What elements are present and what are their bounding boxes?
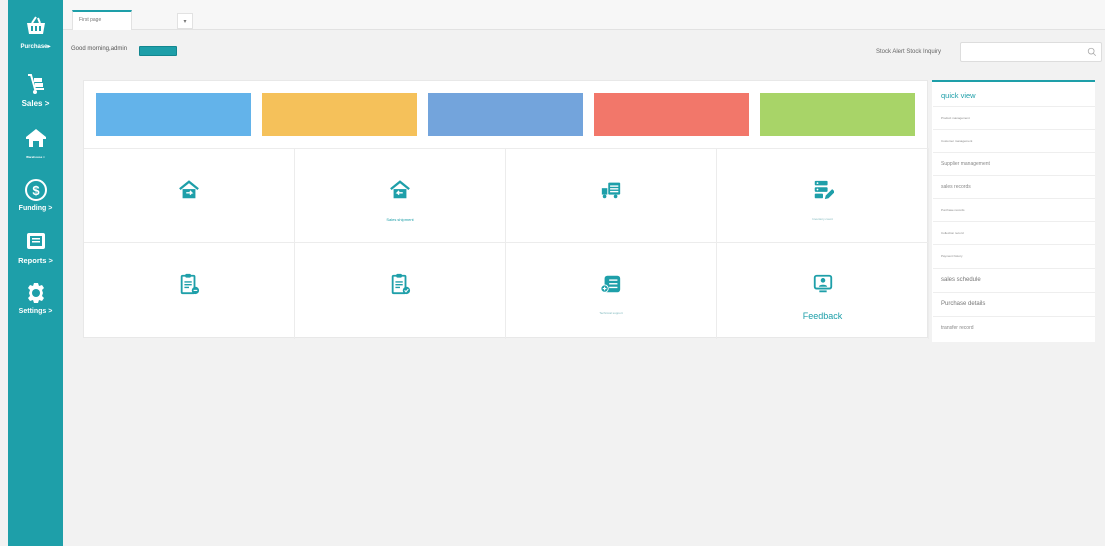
sidebar-item-funding[interactable]: $ Funding > <box>8 178 63 212</box>
tab-dropdown-button[interactable]: ▾ <box>177 13 193 29</box>
sidebar-item-label: Purchase▸ <box>20 44 51 50</box>
monitor-user-icon <box>813 274 832 293</box>
tile-clipboard-check[interactable] <box>295 242 506 339</box>
gear-icon <box>27 283 44 303</box>
dollar-circle-icon: $ <box>24 179 47 201</box>
shopping-basket-icon <box>26 16 45 34</box>
sidebar: Purchase▸ Sales > Warehouse > $ Funding … <box>8 0 63 546</box>
banner-card[interactable] <box>594 93 749 136</box>
drive-add-icon <box>600 275 621 293</box>
sidebar-item-label: Sales > <box>21 99 50 108</box>
sidebar-item-sales[interactable]: Sales > <box>8 72 63 108</box>
tile-label: Inventory count <box>812 217 833 221</box>
quick-view-item[interactable]: Payment history <box>933 244 1095 266</box>
tile-label: Feedback <box>802 311 843 321</box>
stock-search-box <box>960 42 1102 64</box>
tile-sales-shipment[interactable]: Sales shipment <box>295 148 506 242</box>
hand-truck-icon <box>27 74 44 94</box>
quick-view-panel: quick view Product management Customer m… <box>932 80 1095 342</box>
report-icon <box>26 233 45 249</box>
quick-view-title: quick view <box>941 91 976 100</box>
dashboard-panel: Sales shipment Inventory count Technical… <box>83 80 929 339</box>
quick-view-item[interactable]: Purchase details <box>933 292 1095 314</box>
tile-feedback[interactable]: Feedback <box>717 242 929 339</box>
banner-card[interactable] <box>760 93 915 136</box>
sidebar-item-label: Settings > <box>18 308 53 315</box>
quick-view-item[interactable]: Purchase records <box>933 198 1095 220</box>
tile-clipboard-return[interactable] <box>84 242 295 339</box>
quick-view-item[interactable]: Supplier management <box>933 152 1095 174</box>
sidebar-item-label: Warehouse > <box>26 155 45 159</box>
greeting-text: Good morning,admin <box>71 46 128 52</box>
tile-label: Technical support <box>599 311 623 315</box>
tile-label: Sales shipment <box>386 217 414 222</box>
clipboard-arrow-icon <box>180 273 200 295</box>
quick-view-item[interactable]: Collection record <box>933 221 1095 243</box>
banner-card[interactable] <box>262 93 417 136</box>
quick-view-item[interactable]: transfer record <box>933 316 1095 338</box>
tile-home-out[interactable] <box>84 148 295 242</box>
quick-view-item[interactable]: sales records <box>933 175 1095 197</box>
sidebar-item-settings[interactable]: Settings > <box>8 281 63 315</box>
banner-card[interactable] <box>96 93 251 136</box>
tab-bar: First page ▾ <box>63 0 1105 30</box>
tab-first-page[interactable]: First page <box>72 10 132 30</box>
header-action-button[interactable] <box>139 46 177 56</box>
svg-text:$: $ <box>32 183 40 198</box>
home-in-icon <box>390 180 410 199</box>
quick-view-item[interactable]: Product management <box>933 106 1095 128</box>
stock-search-input[interactable] <box>961 46 1081 64</box>
banner-card[interactable] <box>428 93 583 136</box>
server-edit-icon <box>814 180 834 200</box>
sidebar-item-label: Funding > <box>18 205 53 212</box>
delivery-truck-icon <box>601 182 621 199</box>
home-out-icon <box>179 180 199 199</box>
tile-technical-support[interactable]: Technical support <box>506 242 717 339</box>
sidebar-item-label: Reports > <box>18 256 53 265</box>
warehouse-icon <box>25 129 46 147</box>
tile-inventory-count[interactable]: Inventory count <box>717 148 929 242</box>
quick-view-item[interactable]: Customer management <box>933 129 1095 151</box>
tile-delivery[interactable] <box>506 148 717 242</box>
clipboard-check-icon <box>391 273 411 295</box>
stock-alert-link[interactable]: Stock Alert Stock Inquiry <box>876 49 941 55</box>
quick-view-item[interactable]: sales schedule <box>933 268 1095 290</box>
search-icon[interactable] <box>1087 47 1097 57</box>
sidebar-item-purchase[interactable]: Purchase▸ <box>8 14 63 50</box>
sidebar-item-warehouse[interactable]: Warehouse > <box>8 126 63 159</box>
sidebar-item-reports[interactable]: Reports > <box>8 229 63 265</box>
